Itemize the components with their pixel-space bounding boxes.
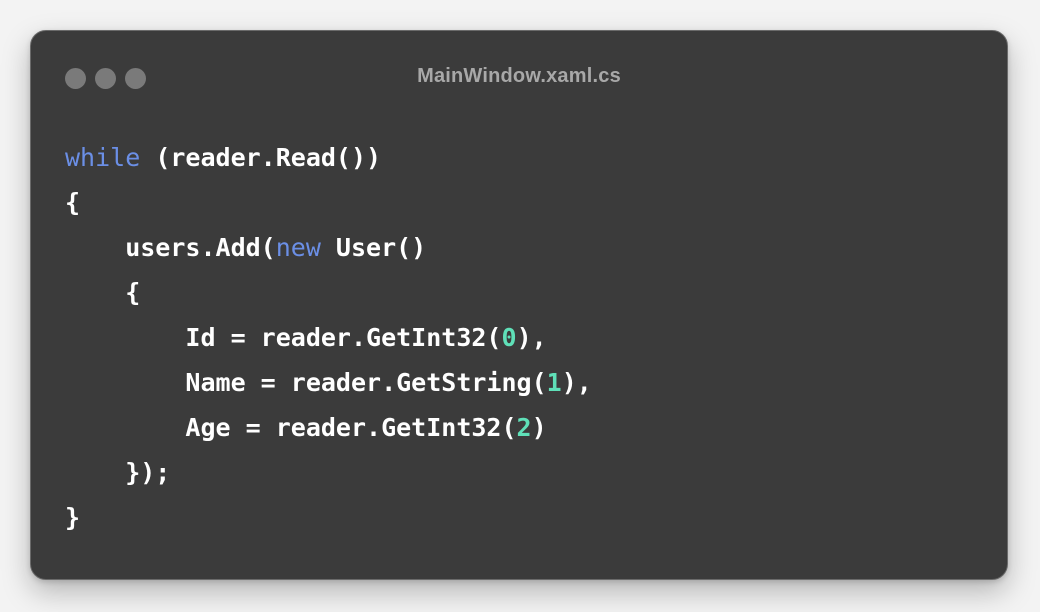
code-keyword: while	[65, 143, 141, 172]
code-text: ),	[561, 368, 592, 397]
code-line: Id = reader.GetInt32(0),	[65, 315, 592, 360]
code-text: });	[65, 458, 171, 487]
code-line: {	[65, 270, 592, 315]
code-line: while (reader.Read())	[65, 135, 592, 180]
code-number: 0	[501, 323, 517, 352]
code-text: (reader.Read())	[140, 143, 382, 172]
code-text: {	[65, 188, 81, 217]
code-text: users.Add(	[65, 233, 276, 262]
code-line: Name = reader.GetString(1),	[65, 360, 592, 405]
code-text: ),	[516, 323, 547, 352]
code-line: });	[65, 450, 592, 495]
code-block: while (reader.Read()) { users.Add(new Use…	[65, 135, 592, 540]
code-number: 2	[516, 413, 532, 442]
code-text: )	[531, 413, 547, 442]
code-window: MainWindow.xaml.cs while (reader.Read())…	[30, 30, 1008, 580]
code-text: Age = reader.GetInt32(	[65, 413, 517, 442]
code-text: Id = reader.GetInt32(	[65, 323, 502, 352]
code-keyword: new	[275, 233, 321, 262]
code-line: {	[65, 180, 592, 225]
code-line: Age = reader.GetInt32(2)	[65, 405, 592, 450]
code-text: {	[65, 278, 141, 307]
code-text: User()	[320, 233, 427, 262]
code-number: 1	[546, 368, 562, 397]
window-title: MainWindow.xaml.cs	[417, 65, 621, 87]
code-text: Name = reader.GetString(	[65, 368, 547, 397]
window-titlebar: MainWindow.xaml.cs	[31, 31, 1007, 127]
code-text: }	[65, 503, 81, 532]
code-line: }	[65, 495, 592, 540]
code-line: users.Add(new User()	[65, 225, 592, 270]
